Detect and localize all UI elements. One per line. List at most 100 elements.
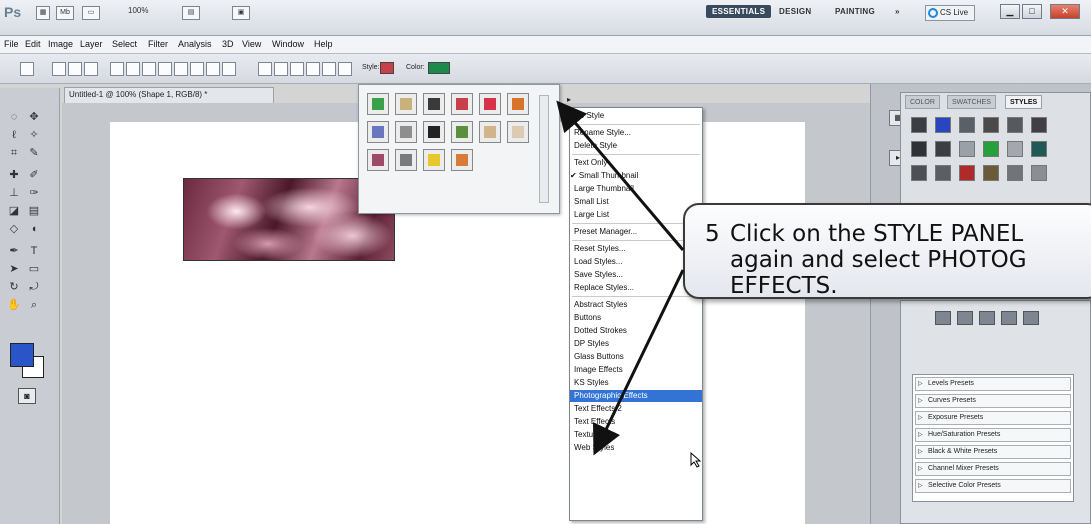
flyout-item-no-style[interactable]: No Style — [570, 110, 702, 122]
menu-edit[interactable]: Edit — [25, 39, 41, 49]
style-preset-cell[interactable] — [395, 121, 417, 143]
styles-panel-swatch[interactable] — [1007, 117, 1023, 133]
levels-adjust-icon[interactable] — [935, 311, 951, 325]
lasso-tool-icon[interactable]: ℓ — [6, 128, 22, 142]
flyout-item-dotted-strokes[interactable]: Dotted Strokes — [570, 325, 702, 337]
style-preset-cell[interactable] — [451, 93, 473, 115]
style-swatch[interactable] — [380, 62, 394, 74]
style-preset-cell[interactable] — [479, 93, 501, 115]
adjustment-preset-item[interactable]: Exposure Presets — [915, 411, 1071, 425]
styles-panel-swatch[interactable] — [959, 141, 975, 157]
menu-analysis[interactable]: Analysis — [178, 39, 212, 49]
history-brush-icon[interactable]: ✑ — [26, 186, 42, 200]
adjustment-preset-item[interactable]: Black & White Presets — [915, 445, 1071, 459]
style-preset-cell[interactable] — [367, 93, 389, 115]
dodge-tool-icon[interactable]: ◖ — [26, 222, 42, 236]
menu-layer[interactable]: Layer — [80, 39, 103, 49]
gradient-tool-icon[interactable]: ▤ — [26, 204, 42, 218]
menu-view[interactable]: View — [242, 39, 261, 49]
workspace-essentials[interactable]: ESSENTIALS — [706, 5, 772, 18]
line-shape-icon[interactable] — [206, 62, 220, 76]
path-selection-icon[interactable]: ➤ — [6, 262, 22, 276]
cs-live-button[interactable]: CS Live — [925, 5, 975, 21]
flyout-item-glass-buttons[interactable]: Glass Buttons — [570, 351, 702, 363]
tab-swatches[interactable]: SWATCHES — [947, 95, 996, 109]
paths-icon[interactable] — [68, 62, 82, 76]
flyout-item-abstract-styles[interactable]: Abstract Styles — [570, 299, 702, 311]
style-preset-cell[interactable] — [451, 149, 473, 171]
menu-help[interactable]: Help — [314, 39, 333, 49]
flyout-item-textures[interactable]: Textures — [570, 429, 702, 441]
tab-styles[interactable]: STYLES — [1005, 95, 1043, 109]
marquee-tool-icon[interactable]: ◌ — [6, 110, 22, 124]
3d-rotate-icon[interactable]: ↻ — [6, 280, 22, 294]
style-preset-cell[interactable] — [423, 121, 445, 143]
curves-adjust-icon[interactable] — [957, 311, 973, 325]
flyout-item-text-effects[interactable]: Text Effects — [570, 416, 702, 428]
styles-panel-swatch[interactable] — [1007, 165, 1023, 181]
styles-panel-swatch[interactable] — [935, 117, 951, 133]
quick-mask-icon[interactable]: ◙ — [18, 388, 36, 404]
flyout-item-ks-styles[interactable]: KS Styles — [570, 377, 702, 389]
rectangle-shape-icon[interactable] — [142, 62, 156, 76]
pen-tool-icon[interactable] — [110, 62, 124, 76]
color-swatch[interactable] — [428, 62, 450, 74]
blur-tool-icon[interactable]: ◇ — [6, 222, 22, 236]
style-preset-cell[interactable] — [423, 149, 445, 171]
styles-panel-swatch[interactable] — [1007, 141, 1023, 157]
styles-panel-swatch[interactable] — [983, 117, 999, 133]
maximize-button[interactable]: □ — [1022, 4, 1042, 19]
adjustment-preset-item[interactable]: Hue/Saturation Presets — [915, 428, 1071, 442]
freeform-pen-icon[interactable] — [126, 62, 140, 76]
create-new-shape-icon[interactable] — [258, 62, 272, 76]
menu-file[interactable]: File — [4, 39, 19, 49]
flyout-item-rename-style[interactable]: Rename Style... — [570, 127, 702, 139]
flyout-item-text-only[interactable]: Text Only — [570, 157, 702, 169]
rounded-rectangle-icon[interactable] — [158, 62, 172, 76]
subtract-shape-icon[interactable] — [290, 62, 304, 76]
move-tool-icon[interactable]: ✥ — [26, 110, 42, 124]
flyout-item-text-effects-2[interactable]: Text Effects 2 — [570, 403, 702, 415]
fill-pixels-icon[interactable] — [84, 62, 98, 76]
menu-3d[interactable]: 3D — [222, 39, 234, 49]
brush-tool-icon[interactable]: ✐ — [26, 168, 42, 182]
style-preset-cell[interactable] — [367, 121, 389, 143]
style-preset-cell[interactable] — [451, 121, 473, 143]
crop-tool-icon[interactable]: ⌗ — [6, 146, 22, 160]
exposure-adjust-icon[interactable] — [979, 311, 995, 325]
document-tab[interactable]: Untitled-1 @ 100% (Shape 1, RGB/8) * — [64, 87, 274, 103]
exclude-shape-icon[interactable] — [322, 62, 336, 76]
styles-panel-swatch[interactable] — [911, 141, 927, 157]
styles-panel-swatch[interactable] — [983, 141, 999, 157]
color-balance-adjust-icon[interactable] — [1023, 311, 1039, 325]
ellipse-shape-icon[interactable] — [174, 62, 188, 76]
view-extras-icon[interactable]: ▭ — [82, 6, 100, 20]
close-button[interactable]: ✕ — [1050, 4, 1080, 19]
intersect-shape-icon[interactable] — [306, 62, 320, 76]
foreground-color[interactable] — [10, 343, 34, 367]
style-preset-cell[interactable] — [423, 93, 445, 115]
more-workspaces[interactable]: » — [895, 7, 900, 16]
flyout-item-dp-styles[interactable]: DP Styles — [570, 338, 702, 350]
flyout-item-web-styles[interactable]: Web Styles — [570, 442, 702, 454]
menu-filter[interactable]: Filter — [148, 39, 168, 49]
adjustment-preset-item[interactable]: Selective Color Presets — [915, 479, 1071, 493]
flyout-item-photographic-effects[interactable]: Photographic Effects — [570, 390, 702, 402]
screen-mode-icon[interactable]: ▣ — [232, 6, 250, 20]
styles-panel-swatch[interactable] — [983, 165, 999, 181]
rectangle-tool-icon[interactable]: ▭ — [26, 262, 42, 276]
minimize-button[interactable]: ▁ — [1000, 4, 1020, 19]
styles-panel-swatch[interactable] — [959, 117, 975, 133]
workspace-painting[interactable]: PAINTING — [835, 7, 875, 16]
adjustment-preset-item[interactable]: Levels Presets — [915, 377, 1071, 391]
flyout-item-small-thumbnail[interactable]: ✔ Small Thumbnail — [570, 170, 702, 182]
hand-tool-icon[interactable]: ✋ — [6, 298, 22, 312]
styles-panel-swatch[interactable] — [1031, 117, 1047, 133]
tab-color[interactable]: COLOR — [905, 95, 940, 109]
hue-saturation-adjust-icon[interactable] — [1001, 311, 1017, 325]
eyedropper-tool-icon[interactable]: ✎ — [26, 146, 42, 160]
adjustment-preset-item[interactable]: Channel Mixer Presets — [915, 462, 1071, 476]
style-preset-cell[interactable] — [395, 93, 417, 115]
bridge-icon[interactable]: ▦ — [36, 6, 50, 20]
styles-panel-swatch[interactable] — [935, 141, 951, 157]
